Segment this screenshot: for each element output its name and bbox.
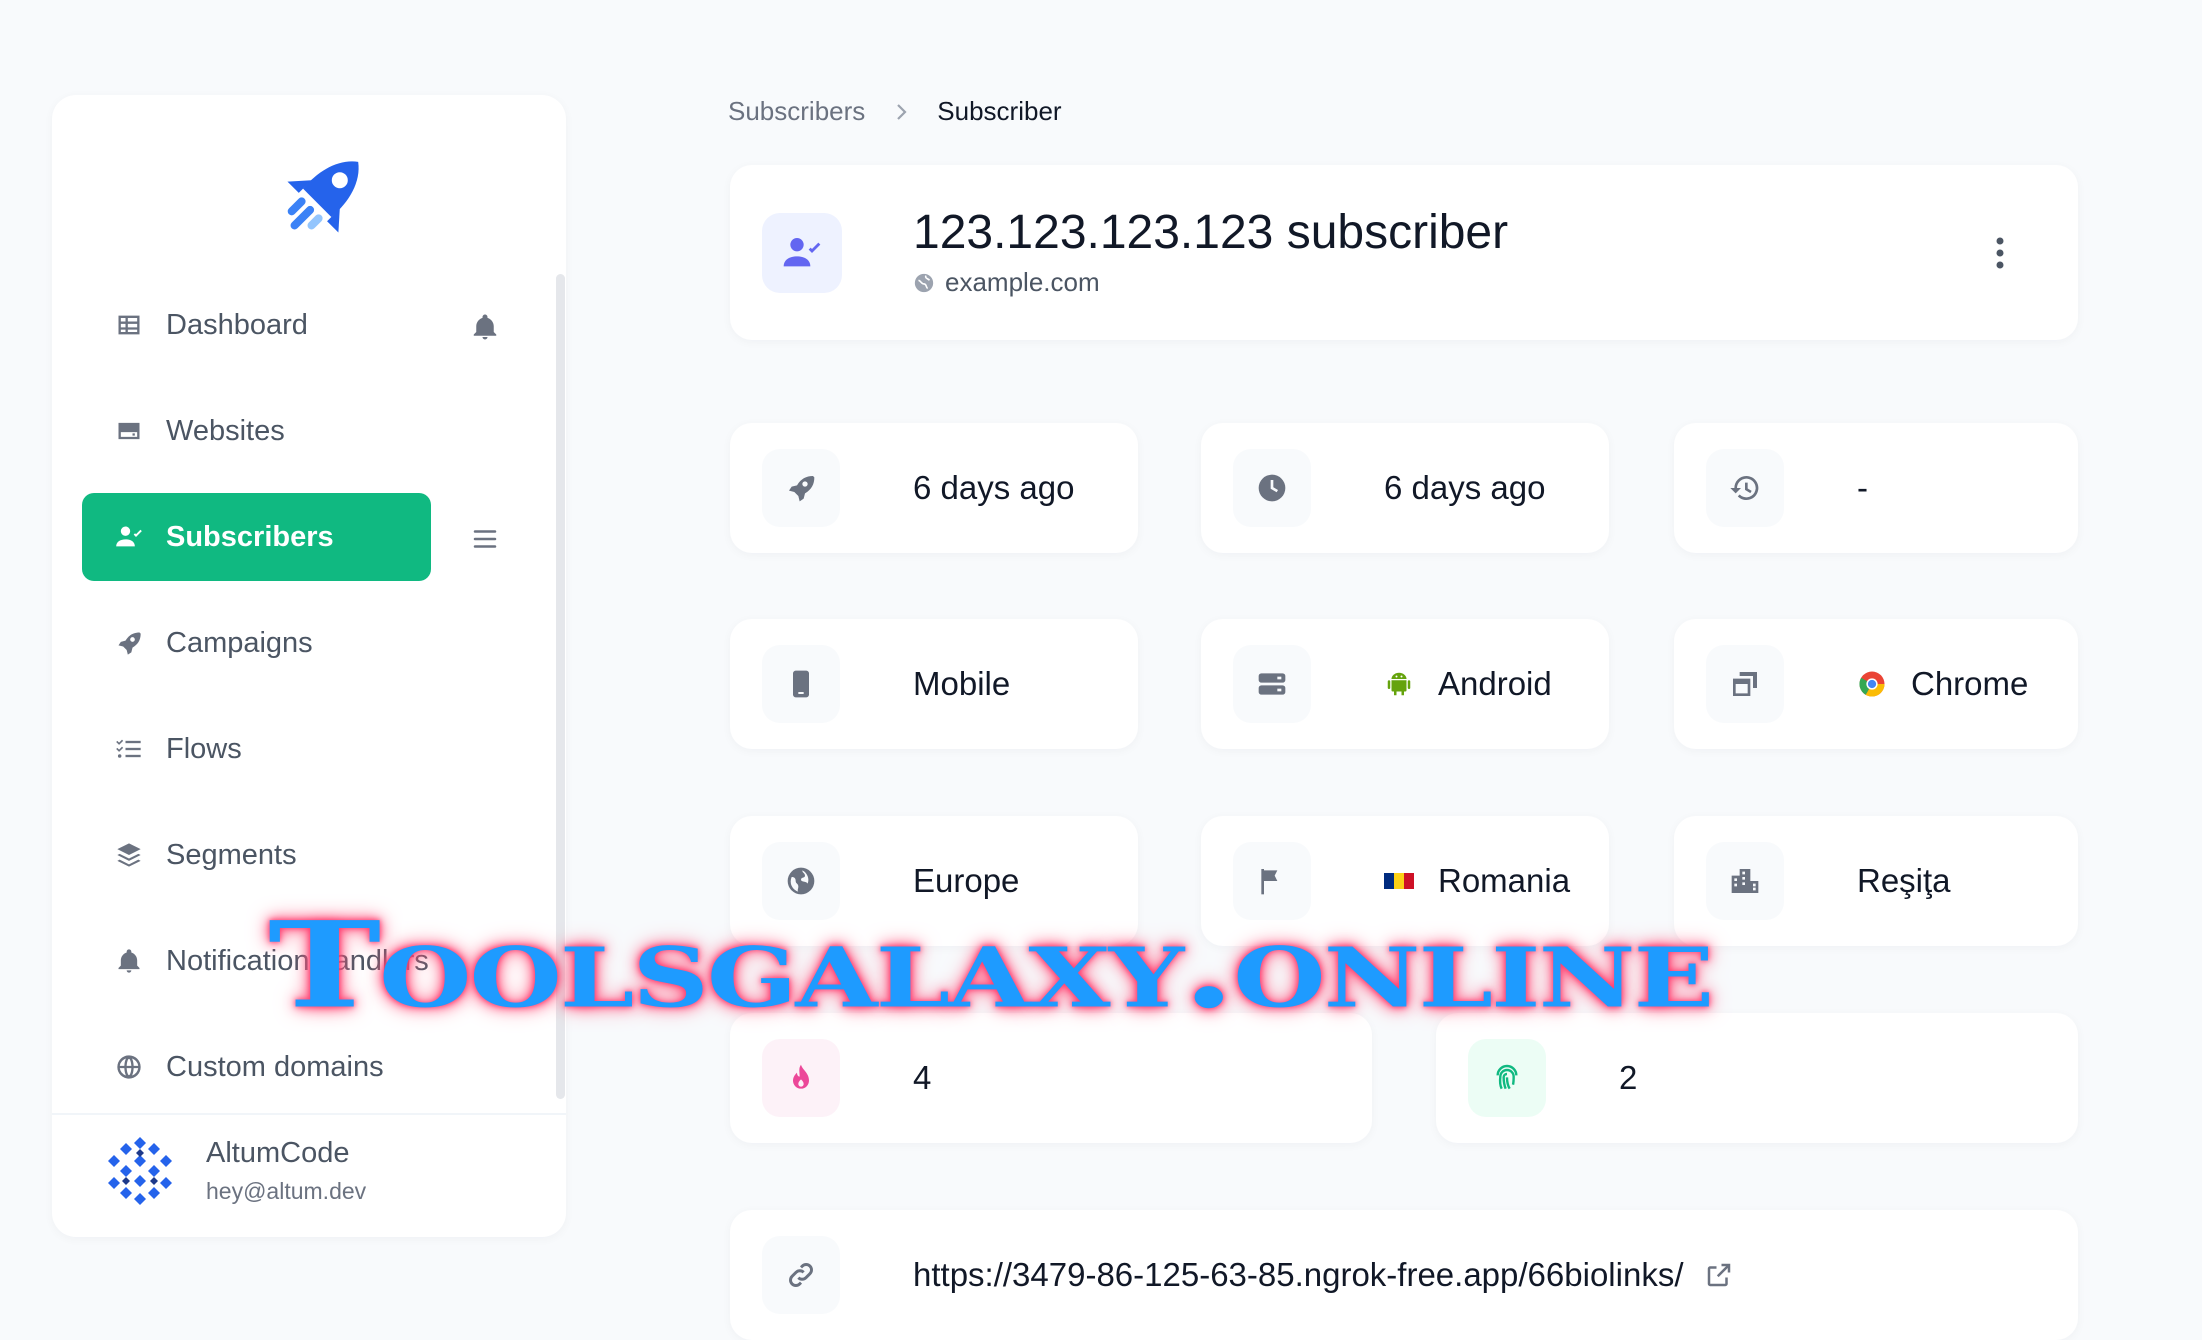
subscriber-header-card: 123.123.123.123 subscriber example.com	[730, 165, 2078, 340]
history-icon	[1706, 449, 1784, 527]
sidebar-item-label: Segments	[166, 838, 297, 871]
bell-icon	[114, 946, 144, 976]
sidebar-item-dashboard[interactable]: Dashboard	[82, 281, 431, 369]
stat-value: 6 days ago	[1384, 469, 1546, 506]
breadcrumb-link-subscribers[interactable]: Subscribers	[728, 96, 865, 127]
sidebar: Dashboard Websites Subscribers Campaigns…	[52, 95, 566, 1237]
watermark-text: Toolsgalaxy.online	[268, 895, 1714, 1035]
sidebar-item-label: Websites	[166, 414, 285, 447]
user-check-icon	[762, 213, 842, 293]
mobile-icon	[762, 645, 840, 723]
bell-icon	[473, 314, 497, 340]
windows-icon	[1706, 645, 1784, 723]
stat-subscribed: 6 days ago	[730, 423, 1138, 553]
rocket-icon	[762, 449, 840, 527]
kebab-menu-icon	[1996, 237, 2004, 269]
chevron-right-icon	[897, 103, 907, 120]
stat-last-seen: 6 days ago	[1201, 423, 1609, 553]
server-icon	[114, 416, 144, 446]
sidebar-divider	[52, 1113, 566, 1115]
user-name: AltumCode	[206, 1137, 350, 1169]
rocket-icon	[114, 628, 144, 658]
sidebar-item-custom-domains[interactable]: Custom domains	[82, 1023, 431, 1111]
breadcrumb: Subscribers Subscriber	[728, 96, 1062, 127]
rocket-logo-icon[interactable]	[250, 140, 390, 260]
sidebar-item-label: Dashboard	[166, 308, 308, 341]
table-icon	[114, 310, 144, 340]
website-favicon-icon	[914, 273, 934, 292]
fingerprint-icon	[1468, 1039, 1546, 1117]
chrome-icon	[1857, 669, 1887, 699]
stat-history: -	[1674, 423, 2078, 553]
breadcrumb-current: Subscriber	[937, 96, 1062, 126]
external-link-icon[interactable]	[1704, 1260, 1734, 1290]
website-subtitle[interactable]: example.com	[913, 267, 1100, 298]
sidebar-item-label: Subscribers	[166, 520, 334, 553]
user-profile[interactable]: AltumCode hey@altum.dev	[104, 1135, 366, 1207]
sidebar-item-label: Campaigns	[166, 626, 313, 659]
website-domain: example.com	[945, 267, 1100, 297]
stat-value: Chrome	[1911, 665, 2029, 702]
more-options-button[interactable]	[1980, 229, 2020, 277]
stat-os: Android	[1201, 619, 1609, 749]
sidebar-item-segments[interactable]: Segments	[82, 811, 431, 899]
romania-flag-icon	[1384, 866, 1414, 896]
stat-value: Android	[1438, 665, 1552, 702]
layers-icon	[114, 840, 144, 870]
sidebar-toggle-button[interactable]	[465, 519, 505, 559]
list-check-icon	[114, 734, 144, 764]
fire-icon	[762, 1039, 840, 1117]
stat-device: Mobile	[730, 619, 1138, 749]
globe-icon	[114, 1052, 144, 1082]
stat-city: Reşiţa	[1674, 816, 2078, 946]
hamburger-icon	[473, 530, 497, 548]
subscriber-url-link[interactable]: https://3479-86-125-63-85.ngrok-free.app…	[913, 1256, 1684, 1294]
stat-value: 6 days ago	[913, 469, 1075, 506]
stat-value: Mobile	[913, 665, 1011, 702]
page-title: 123.123.123.123 subscriber	[913, 206, 1509, 259]
sidebar-item-flows[interactable]: Flows	[82, 705, 431, 793]
user-check-icon	[114, 522, 144, 552]
notifications-bell-button[interactable]	[465, 307, 505, 347]
stat-url: https://3479-86-125-63-85.ngrok-free.app…	[730, 1210, 2078, 1340]
sidebar-item-campaigns[interactable]: Campaigns	[82, 599, 431, 687]
clock-icon	[1233, 449, 1311, 527]
sidebar-item-label: Flows	[166, 732, 242, 765]
avatar	[108, 1137, 172, 1205]
sidebar-item-websites[interactable]: Websites	[82, 387, 431, 475]
server-icon	[1233, 645, 1311, 723]
stat-value: Reşiţa	[1857, 862, 1951, 899]
android-icon	[1384, 669, 1414, 699]
sidebar-item-subscribers[interactable]: Subscribers	[82, 493, 431, 581]
stat-browser: Chrome	[1674, 619, 2078, 749]
city-icon	[1706, 842, 1784, 920]
user-email: hey@altum.dev	[206, 1178, 367, 1204]
link-icon	[762, 1236, 840, 1314]
sidebar-item-label: Custom domains	[166, 1050, 384, 1083]
stat-value: -	[1857, 469, 1868, 506]
